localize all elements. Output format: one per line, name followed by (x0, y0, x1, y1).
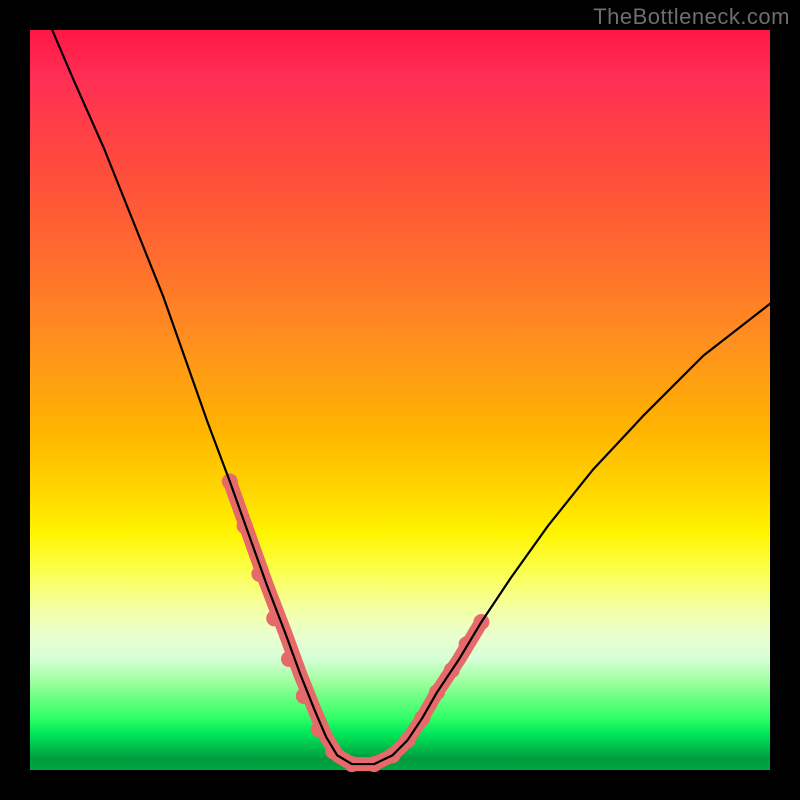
bottleneck-curve-path (52, 30, 770, 764)
chart-overlay (30, 30, 770, 770)
bottleneck-curve (52, 30, 770, 764)
highlight-dot (459, 636, 475, 652)
highlight-dot (311, 721, 327, 737)
highlight-dot (385, 747, 401, 763)
highlight-dot (473, 614, 489, 630)
highlight-dot (399, 732, 415, 748)
highlight-dot (281, 651, 297, 667)
highlight-dot (429, 684, 445, 700)
highlight-dot (237, 518, 253, 534)
highlight-dot (251, 566, 267, 582)
highlight-dots (222, 473, 490, 772)
highlight-dot (296, 688, 312, 704)
highlight-dot (366, 756, 382, 772)
highlight-band (230, 481, 482, 764)
highlight-dot (325, 744, 341, 760)
watermark-text: TheBottleneck.com (593, 4, 790, 30)
highlight-band-right (407, 622, 481, 740)
highlight-dot (414, 710, 430, 726)
highlight-dot (344, 756, 360, 772)
highlight-band-floor (315, 711, 408, 764)
highlight-dot (444, 662, 460, 678)
highlight-band-left (230, 481, 315, 710)
plot-area (30, 30, 770, 770)
chart-frame: TheBottleneck.com (0, 0, 800, 800)
highlight-dot (266, 610, 282, 626)
highlight-dot (222, 473, 238, 489)
